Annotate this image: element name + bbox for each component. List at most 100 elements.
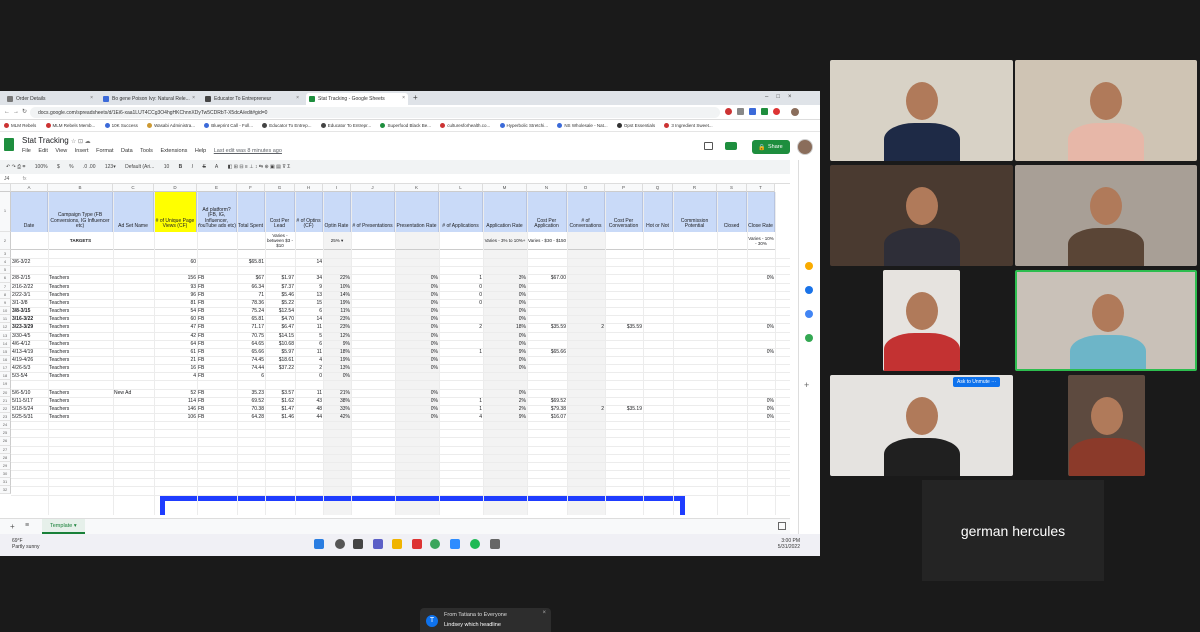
app-icon[interactable] <box>490 539 500 549</box>
table-cell[interactable]: Teachers <box>48 340 113 348</box>
table-cell[interactable]: 4/13-4/19 <box>11 348 48 356</box>
table-cell[interactable]: 2 <box>295 364 323 372</box>
table-cell[interactable]: 14% <box>323 291 351 299</box>
table-cell[interactable]: 22% <box>323 274 351 282</box>
column-title[interactable]: # of Presentations <box>351 192 395 232</box>
table-cell[interactable]: 14 <box>295 258 323 266</box>
table-cell[interactable]: $1.47 <box>265 405 295 413</box>
target-cell[interactable]: 25% ▾ <box>323 232 351 250</box>
decimal-buttons[interactable]: .0 .00 <box>83 164 96 170</box>
table-cell[interactable]: 0% <box>483 356 527 364</box>
column-title[interactable]: Close Rate <box>747 192 775 232</box>
table-cell[interactable]: 1 <box>439 397 483 405</box>
table-cell[interactable]: 156 <box>154 274 197 282</box>
table-cell[interactable]: 14 <box>295 315 323 323</box>
bookmark[interactable]: MLM Rebels Memb... <box>42 120 100 128</box>
table-cell[interactable]: 81 <box>154 299 197 307</box>
table-cell[interactable]: 0% <box>395 405 439 413</box>
column-header[interactable]: J <box>351 184 395 192</box>
table-cell[interactable]: 0% <box>395 291 439 299</box>
contacts-icon[interactable] <box>805 310 813 318</box>
zoom-select[interactable]: 100% <box>35 164 48 170</box>
new-tab-button[interactable]: + <box>413 93 418 102</box>
table-cell[interactable]: 66.34 <box>237 283 265 291</box>
table-cell[interactable]: 11 <box>295 389 323 397</box>
table-cell[interactable]: $4.70 <box>265 315 295 323</box>
column-header[interactable]: C <box>113 184 154 192</box>
participant-video-tile[interactable] <box>830 60 1013 161</box>
column-title[interactable]: Application Rate <box>483 192 527 232</box>
table-cell[interactable]: Teachers <box>48 372 113 380</box>
fill-border-merge-icons[interactable]: ◧ ⊞ ⊟ ≡ ⊥ ↕ ⇆ ⊕ ▣ ▤ ⊽ Σ <box>228 164 291 170</box>
empty-cell[interactable] <box>351 232 395 250</box>
app-icon[interactable] <box>412 539 422 549</box>
table-cell[interactable]: 5/18-5/24 <box>11 405 48 413</box>
table-cell[interactable]: 9% <box>323 340 351 348</box>
table-cell[interactable]: FB <box>197 372 237 380</box>
table-cell[interactable]: 0% <box>483 307 527 315</box>
table-cell[interactable]: $35.59 <box>527 323 567 331</box>
table-cell[interactable]: Teachers <box>48 397 113 405</box>
table-cell[interactable]: Teachers <box>48 307 113 315</box>
column-title[interactable]: Closed <box>717 192 747 232</box>
column-header[interactable]: D <box>154 184 197 192</box>
row-header[interactable]: 22 <box>0 404 11 413</box>
menu-view[interactable]: View <box>55 148 67 154</box>
row-header[interactable]: 21 <box>0 396 11 405</box>
weather-widget[interactable]: 69°F Partly sunny <box>12 538 40 550</box>
file-explorer-icon[interactable] <box>392 539 402 549</box>
table-cell[interactable]: FB <box>197 405 237 413</box>
table-cell[interactable]: FB <box>197 332 237 340</box>
table-cell[interactable]: Teachers <box>48 291 113 299</box>
table-cell[interactable]: 78.36 <box>237 299 265 307</box>
table-cell[interactable]: 60 <box>154 315 197 323</box>
table-cell[interactable]: 44 <box>295 413 323 421</box>
table-cell[interactable]: FB <box>197 291 237 299</box>
table-cell[interactable]: 0% <box>483 389 527 397</box>
column-title[interactable]: Optin Rate <box>323 192 351 232</box>
table-cell[interactable]: Teachers <box>48 389 113 397</box>
table-cell[interactable]: 9% <box>483 413 527 421</box>
menu-help[interactable]: Help <box>195 148 206 154</box>
undo-redo-print-icons[interactable]: ↶ ↷ ⎙ ⌗ <box>6 164 25 170</box>
table-cell[interactable]: 11 <box>295 348 323 356</box>
table-cell[interactable]: 13% <box>323 364 351 372</box>
column-header[interactable]: G <box>265 184 295 192</box>
table-cell[interactable]: 11 <box>295 323 323 331</box>
table-cell[interactable]: 18% <box>323 348 351 356</box>
table-cell[interactable]: 33% <box>323 405 351 413</box>
window-controls[interactable]: –□× <box>765 94 799 100</box>
table-cell[interactable]: 4 <box>295 356 323 364</box>
table-cell[interactable]: Teachers <box>48 323 113 331</box>
chrome-icon[interactable] <box>430 539 440 549</box>
column-title[interactable]: # of Applications <box>439 192 483 232</box>
doc-title[interactable]: Stat Tracking ☆ ⊡ ☁ <box>22 136 91 145</box>
keep-icon[interactable] <box>805 262 813 270</box>
table-cell[interactable]: 4/26-5/3 <box>11 364 48 372</box>
table-cell[interactable]: 64.65 <box>237 340 265 348</box>
row-header[interactable]: 18 <box>0 372 11 381</box>
bookmark[interactable]: Educator To Entrep... <box>258 120 315 128</box>
close-tab-icon[interactable]: × <box>296 95 299 101</box>
browser-tab[interactable]: Bo gene Poison Ivy: Natural Rele... × <box>100 93 198 105</box>
table-cell[interactable]: 19% <box>323 356 351 364</box>
table-cell[interactable]: 2 <box>567 405 605 413</box>
table-cell[interactable]: $1.46 <box>265 413 295 421</box>
table-cell[interactable]: $67 <box>237 274 265 282</box>
row-header[interactable]: 29 <box>0 461 11 471</box>
sheet-tab-template[interactable]: Template ▾ <box>42 519 85 534</box>
table-cell[interactable]: $5.22 <box>265 299 295 307</box>
chat-notification[interactable]: T From Tatiana to Everyone Lindsey which… <box>420 608 551 632</box>
table-cell[interactable]: $3.57 <box>265 389 295 397</box>
table-cell[interactable]: 38% <box>323 397 351 405</box>
table-cell[interactable]: 5/11-5/17 <box>11 397 48 405</box>
close-icon[interactable]: × <box>542 610 546 616</box>
row-header[interactable]: 32 <box>0 486 11 495</box>
spotify-icon[interactable] <box>470 539 480 549</box>
column-title[interactable]: # of Conversations <box>567 192 605 232</box>
table-cell[interactable]: FB <box>197 274 237 282</box>
row-header[interactable]: 9 <box>0 298 11 308</box>
table-cell[interactable]: 5/6-5/10 <box>11 389 48 397</box>
table-cell[interactable]: 9 <box>295 283 323 291</box>
column-title[interactable]: Date <box>11 192 48 232</box>
